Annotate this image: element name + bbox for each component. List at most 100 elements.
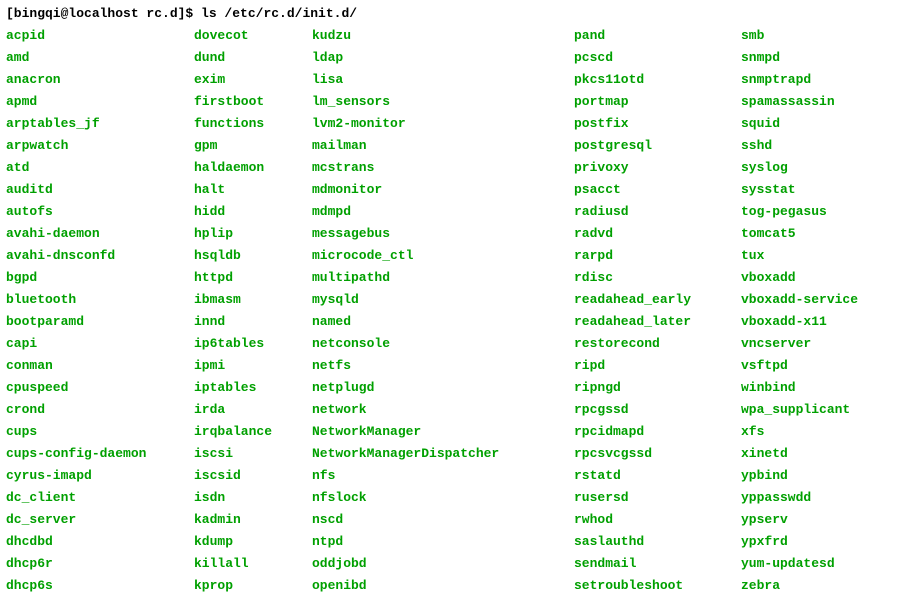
file-entry: cpuspeed	[6, 377, 194, 399]
listing-column-0: acpidamdanacronapmdarptables_jfarpwatcha…	[6, 25, 194, 597]
file-entry: vboxadd-service	[741, 289, 858, 311]
file-entry: lm_sensors	[312, 91, 574, 113]
file-entry: mdmpd	[312, 201, 574, 223]
file-entry: ypserv	[741, 509, 858, 531]
file-entry: iptables	[194, 377, 312, 399]
file-entry: tux	[741, 245, 858, 267]
file-entry: cyrus-imapd	[6, 465, 194, 487]
file-entry: named	[312, 311, 574, 333]
file-entry: cups-config-daemon	[6, 443, 194, 465]
file-entry: openibd	[312, 575, 574, 597]
file-entry: rpcidmapd	[574, 421, 741, 443]
file-entry: dhcp6s	[6, 575, 194, 597]
file-entry: apmd	[6, 91, 194, 113]
file-entry: snmpd	[741, 47, 858, 69]
file-entry: radvd	[574, 223, 741, 245]
file-entry: sendmail	[574, 553, 741, 575]
file-entry: vsftpd	[741, 355, 858, 377]
file-entry: functions	[194, 113, 312, 135]
file-entry: network	[312, 399, 574, 421]
file-entry: ibmasm	[194, 289, 312, 311]
file-entry: dovecot	[194, 25, 312, 47]
file-entry: irqbalance	[194, 421, 312, 443]
file-entry: kadmin	[194, 509, 312, 531]
file-entry: portmap	[574, 91, 741, 113]
file-entry: nscd	[312, 509, 574, 531]
file-entry: dc_client	[6, 487, 194, 509]
file-entry: isdn	[194, 487, 312, 509]
file-entry: radiusd	[574, 201, 741, 223]
file-entry: ip6tables	[194, 333, 312, 355]
file-entry: netconsole	[312, 333, 574, 355]
file-entry: squid	[741, 113, 858, 135]
file-entry: hidd	[194, 201, 312, 223]
file-entry: irda	[194, 399, 312, 421]
file-entry: spamassassin	[741, 91, 858, 113]
file-entry: oddjobd	[312, 553, 574, 575]
file-entry: microcode_ctl	[312, 245, 574, 267]
file-entry: pkcs11otd	[574, 69, 741, 91]
file-entry: acpid	[6, 25, 194, 47]
file-entry: multipathd	[312, 267, 574, 289]
file-entry: smb	[741, 25, 858, 47]
file-entry: netfs	[312, 355, 574, 377]
file-entry: conman	[6, 355, 194, 377]
file-entry: lisa	[312, 69, 574, 91]
file-entry: winbind	[741, 377, 858, 399]
file-entry: nfslock	[312, 487, 574, 509]
file-entry: exim	[194, 69, 312, 91]
file-entry: crond	[6, 399, 194, 421]
file-entry: dund	[194, 47, 312, 69]
file-entry: pcscd	[574, 47, 741, 69]
file-entry: pand	[574, 25, 741, 47]
ls-output: acpidamdanacronapmdarptables_jfarpwatcha…	[6, 25, 908, 597]
file-entry: rstatd	[574, 465, 741, 487]
file-entry: rusersd	[574, 487, 741, 509]
file-entry: hplip	[194, 223, 312, 245]
file-entry: bluetooth	[6, 289, 194, 311]
file-entry: auditd	[6, 179, 194, 201]
file-entry: cups	[6, 421, 194, 443]
file-entry: avahi-dnsconfd	[6, 245, 194, 267]
listing-column-3: pandpcscdpkcs11otdportmappostfixpostgres…	[574, 25, 741, 597]
file-entry: iscsi	[194, 443, 312, 465]
file-entry: saslauthd	[574, 531, 741, 553]
file-entry: NetworkManager	[312, 421, 574, 443]
file-entry: syslog	[741, 157, 858, 179]
file-entry: xinetd	[741, 443, 858, 465]
file-entry: yum-updatesd	[741, 553, 858, 575]
file-entry: restorecond	[574, 333, 741, 355]
file-entry: xfs	[741, 421, 858, 443]
file-entry: vncserver	[741, 333, 858, 355]
file-entry: ldap	[312, 47, 574, 69]
file-entry: tomcat5	[741, 223, 858, 245]
file-entry: arptables_jf	[6, 113, 194, 135]
listing-column-1: dovecotdundeximfirstbootfunctionsgpmhald…	[194, 25, 312, 597]
file-entry: mcstrans	[312, 157, 574, 179]
shell-prompt: [bingqi@localhost rc.d]$ ls /etc/rc.d/in…	[6, 6, 908, 21]
file-entry: kudzu	[312, 25, 574, 47]
file-entry: atd	[6, 157, 194, 179]
file-entry: ypxfrd	[741, 531, 858, 553]
file-entry: innd	[194, 311, 312, 333]
listing-column-2: kudzuldaplisalm_sensorslvm2-monitormailm…	[312, 25, 574, 597]
file-entry: iscsid	[194, 465, 312, 487]
file-entry: privoxy	[574, 157, 741, 179]
file-entry: haldaemon	[194, 157, 312, 179]
file-entry: gpm	[194, 135, 312, 157]
file-entry: autofs	[6, 201, 194, 223]
file-entry: httpd	[194, 267, 312, 289]
file-entry: setroubleshoot	[574, 575, 741, 597]
file-entry: NetworkManagerDispatcher	[312, 443, 574, 465]
file-entry: lvm2-monitor	[312, 113, 574, 135]
file-entry: postfix	[574, 113, 741, 135]
file-entry: avahi-daemon	[6, 223, 194, 245]
file-entry: nfs	[312, 465, 574, 487]
file-entry: ypbind	[741, 465, 858, 487]
file-entry: kdump	[194, 531, 312, 553]
file-entry: capi	[6, 333, 194, 355]
file-entry: rpcgssd	[574, 399, 741, 421]
file-entry: readahead_later	[574, 311, 741, 333]
file-entry: netplugd	[312, 377, 574, 399]
file-entry: arpwatch	[6, 135, 194, 157]
